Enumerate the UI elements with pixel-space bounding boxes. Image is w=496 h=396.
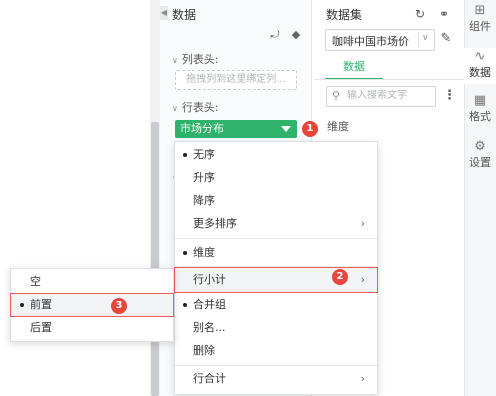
rail-item-data[interactable]: ∿ 数据 bbox=[464, 48, 496, 84]
checked-dot-icon bbox=[183, 303, 187, 307]
rail-item-label: 设置 bbox=[469, 156, 491, 169]
search-icon: ⚲ bbox=[332, 89, 341, 102]
add-field-icon[interactable]: ⤾ bbox=[268, 28, 282, 42]
rail-item-format[interactable]: ▦ 格式 bbox=[464, 94, 496, 128]
step-badge: 2 bbox=[332, 269, 348, 285]
eraser-icon[interactable]: ◆ bbox=[289, 28, 303, 42]
menu-item-label: 更多排序 bbox=[193, 217, 237, 230]
menu-item-label: 升序 bbox=[193, 171, 215, 184]
menu-divider bbox=[175, 365, 377, 366]
submenu-item-none[interactable]: 空 bbox=[11, 271, 173, 293]
tab-underline-divider bbox=[314, 79, 464, 80]
dataset-select-value: 咖啡中国市场价 bbox=[332, 35, 409, 48]
row-header-section[interactable]: ∨ 行表头: bbox=[172, 99, 219, 115]
column-header-label: 列表头: bbox=[181, 53, 219, 66]
rail-item-settings[interactable]: ⚙ 设置 bbox=[464, 140, 496, 174]
submenu-item-label: 前置 bbox=[30, 298, 52, 311]
menu-item-row-total[interactable]: 行合计 › bbox=[175, 368, 377, 390]
menu-item-unsorted[interactable]: 无序 bbox=[175, 144, 377, 166]
data-icon: ∿ bbox=[474, 49, 486, 64]
data-panel-title: 数据 bbox=[172, 8, 197, 22]
menu-item-ascending[interactable]: 升序 bbox=[175, 167, 377, 189]
chevron-right-icon: › bbox=[360, 273, 365, 286]
checked-dot-icon bbox=[20, 303, 24, 307]
submenu-item-label: 空 bbox=[30, 275, 41, 288]
column-drop-zone[interactable]: 拖拽列到这里绑定列... bbox=[175, 70, 297, 90]
dropdown-triangle-icon[interactable] bbox=[281, 126, 291, 132]
step-badge: 3 bbox=[111, 298, 127, 314]
dimension-group-label: 维度 bbox=[327, 120, 349, 133]
row-header-label: 行表头: bbox=[181, 101, 219, 114]
row-field-tag[interactable]: 市场分布 bbox=[175, 120, 297, 138]
field-search-input[interactable] bbox=[347, 90, 433, 101]
submenu-item-suffix[interactable]: 后置 bbox=[11, 317, 173, 339]
menu-item-alias[interactable]: 别名... bbox=[175, 317, 377, 339]
tab-data[interactable]: 数据 bbox=[325, 58, 383, 80]
checked-dot-icon bbox=[183, 153, 187, 157]
submenu-item-prefix[interactable]: 前置 bbox=[10, 293, 174, 317]
chevron-down-icon: ∨ bbox=[172, 104, 178, 113]
select-divider bbox=[418, 32, 419, 48]
column-header-section[interactable]: ∨ 列表头: bbox=[172, 51, 219, 67]
collapse-panel-icon[interactable]: ◀ bbox=[160, 6, 168, 20]
menu-item-delete[interactable]: 删除 bbox=[175, 340, 377, 362]
dataset-select[interactable]: 咖啡中国市场价 ∨ bbox=[325, 29, 435, 51]
menu-item-label: 降序 bbox=[193, 194, 215, 207]
menu-item-label: 维度 bbox=[193, 246, 215, 259]
menu-divider bbox=[175, 266, 377, 267]
component-icon: ⊞ bbox=[474, 3, 486, 18]
more-options-icon[interactable]: ⋮ bbox=[443, 88, 456, 103]
row-field-label: 市场分布 bbox=[180, 122, 224, 135]
menu-item-more-sort[interactable]: 更多排序 › bbox=[175, 213, 377, 235]
canvas-scrollbar-thumb[interactable] bbox=[151, 122, 159, 396]
menu-item-label: 无序 bbox=[193, 148, 215, 161]
rail-item-label: 格式 bbox=[469, 110, 491, 123]
menu-divider bbox=[175, 238, 377, 239]
menu-item-dimension[interactable]: 维度 bbox=[175, 242, 377, 264]
dataset-title: 数据集 bbox=[326, 8, 363, 22]
chevron-down-icon[interactable]: ∨ bbox=[422, 33, 429, 43]
submenu-item-label: 后置 bbox=[30, 321, 52, 334]
step-badge: 1 bbox=[302, 121, 318, 137]
menu-item-label: 行合计 bbox=[193, 372, 226, 385]
chevron-right-icon: › bbox=[360, 372, 365, 385]
checked-dot-icon bbox=[183, 251, 187, 255]
menu-item-label: 行小计 bbox=[193, 273, 226, 286]
menu-item-label: 删除 bbox=[193, 344, 215, 357]
menu-item-label: 合并组 bbox=[193, 298, 226, 311]
rail-item-label: 数据 bbox=[469, 66, 491, 79]
menu-item-label: 别名... bbox=[193, 321, 226, 334]
edit-dataset-icon[interactable]: ✎ bbox=[438, 31, 454, 47]
subtotal-submenu: 空 前置 后置 bbox=[10, 268, 174, 342]
menu-item-merge-group[interactable]: 合并组 bbox=[175, 294, 377, 316]
chevron-right-icon: › bbox=[360, 217, 365, 230]
rail-item-label: 组件 bbox=[469, 20, 491, 33]
refresh-icon[interactable]: ↻ bbox=[412, 6, 428, 22]
format-icon: ▦ bbox=[473, 93, 487, 108]
field-search-box[interactable]: ⚲ bbox=[326, 86, 436, 107]
settings-icon: ⚙ bbox=[474, 139, 486, 154]
link-dataset-icon[interactable]: ⚭ bbox=[436, 6, 452, 22]
chevron-down-icon: ∨ bbox=[172, 56, 178, 65]
rail-item-component[interactable]: ⊞ 组件 bbox=[464, 4, 496, 40]
field-context-menu: 无序 升序 降序 更多排序 › 维度 行小计 › 合并组 别名... 删除 行合计 › bbox=[174, 141, 378, 395]
menu-item-descending[interactable]: 降序 bbox=[175, 190, 377, 212]
